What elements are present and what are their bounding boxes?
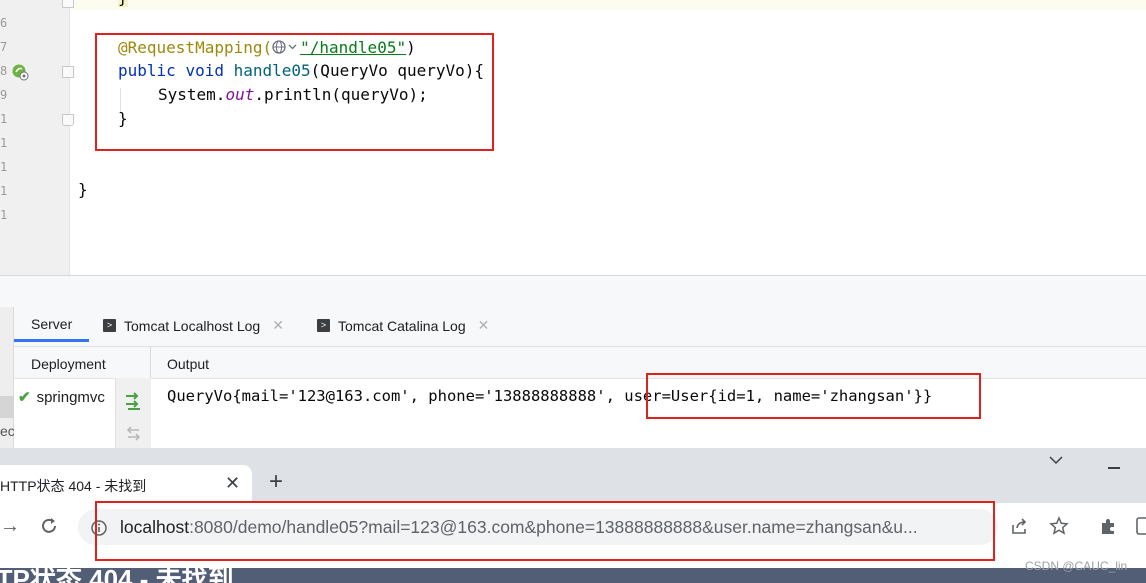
line-number: 6: [0, 16, 8, 30]
share-icon[interactable]: [1010, 516, 1030, 536]
close-icon[interactable]: ✕: [478, 317, 490, 334]
highlight-box-output: [646, 373, 981, 419]
minimize-icon[interactable]: [1108, 467, 1120, 469]
reload-icon[interactable]: [39, 516, 59, 536]
output-prefix: QueryVo{mail='123@163.com', phone='13888…: [167, 387, 625, 405]
left-panel-cut-text: ec: [0, 423, 14, 439]
current-line-highlight: [70, 0, 1146, 10]
tab-catalina-log-label: Tomcat Catalina Log: [338, 317, 466, 334]
star-icon[interactable]: [1049, 516, 1069, 536]
deployment-toolbar: [115, 378, 151, 449]
extensions-icon[interactable]: [1099, 516, 1119, 536]
spring-mapping-gutter-icon[interactable]: [11, 63, 29, 81]
undeploy-icon[interactable]: [124, 424, 144, 444]
browser-tab-title: HTTP状态 404 - 未找到: [0, 478, 147, 494]
browser-tab[interactable]: HTTP状态 404 - 未找到 ✕: [0, 465, 252, 503]
side-panel-icon[interactable]: [1136, 516, 1146, 536]
close-icon[interactable]: ✕: [225, 473, 240, 494]
code-brace: }: [118, 0, 128, 7]
error-heading-bar: HTTP状态 404 - 未找到: [0, 568, 1146, 583]
deploy-icon[interactable]: [124, 390, 144, 412]
highlight-box-code: [95, 33, 494, 151]
deployment-item-label: springmvc: [36, 388, 105, 406]
forward-arrow-icon[interactable]: →: [0, 515, 20, 538]
line-number: 14: [0, 208, 8, 222]
new-tab-button[interactable]: +: [269, 470, 283, 494]
error-heading: HTTP状态 404 - 未找到: [0, 568, 234, 583]
terminal-icon: >: [317, 319, 330, 332]
chevron-down-icon[interactable]: [1048, 454, 1064, 466]
tab-server-label: Server: [31, 316, 73, 332]
tab-tomcat-catalina-log[interactable]: > Tomcat Catalina Log ✕: [317, 309, 489, 342]
close-icon[interactable]: ✕: [272, 317, 284, 334]
fold-marker[interactable]: [62, 66, 74, 78]
editor-gutter: 6 7 8 9 10 11 12 13 14: [0, 0, 70, 275]
line-number: 12: [0, 160, 8, 174]
tab-tomcat-localhost-log[interactable]: > Tomcat Localhost Log ✕: [103, 309, 284, 342]
code-editor[interactable]: 6 7 8 9 10 11 12 13 14 } @RequestMapping…: [0, 0, 1146, 275]
services-panel: ec Server > Tomcat Localhost Log ✕ > Tom…: [0, 275, 1146, 449]
terminal-icon: >: [103, 319, 116, 332]
line-number: 7: [0, 40, 8, 54]
check-icon: ✔: [18, 389, 31, 406]
line-number: 9: [0, 88, 8, 102]
code-line-class-close: }: [78, 180, 88, 199]
watermark: CSDN @CAUC_lin: [1025, 559, 1128, 573]
browser-window: HTTP状态 404 - 未找到 ✕ + → localhost:8080/de…: [0, 448, 1146, 583]
fold-marker[interactable]: [62, 0, 74, 8]
highlight-box-url: [95, 501, 995, 561]
tab-server[interactable]: Server: [14, 309, 90, 342]
deployment-header: Deployment: [14, 346, 151, 378]
services-tabs: Server > Tomcat Localhost Log ✕ > Tomcat…: [14, 309, 1146, 342]
line-number: 13: [0, 184, 8, 198]
deployment-item[interactable]: ✔ springmvc: [18, 388, 118, 407]
line-number: 10: [0, 112, 8, 126]
left-panel-selection: [0, 396, 14, 418]
line-number: 8: [0, 64, 8, 78]
line-number: 11: [0, 136, 8, 150]
fold-marker[interactable]: [62, 114, 74, 126]
tab-localhost-log-label: Tomcat Localhost Log: [124, 317, 261, 334]
